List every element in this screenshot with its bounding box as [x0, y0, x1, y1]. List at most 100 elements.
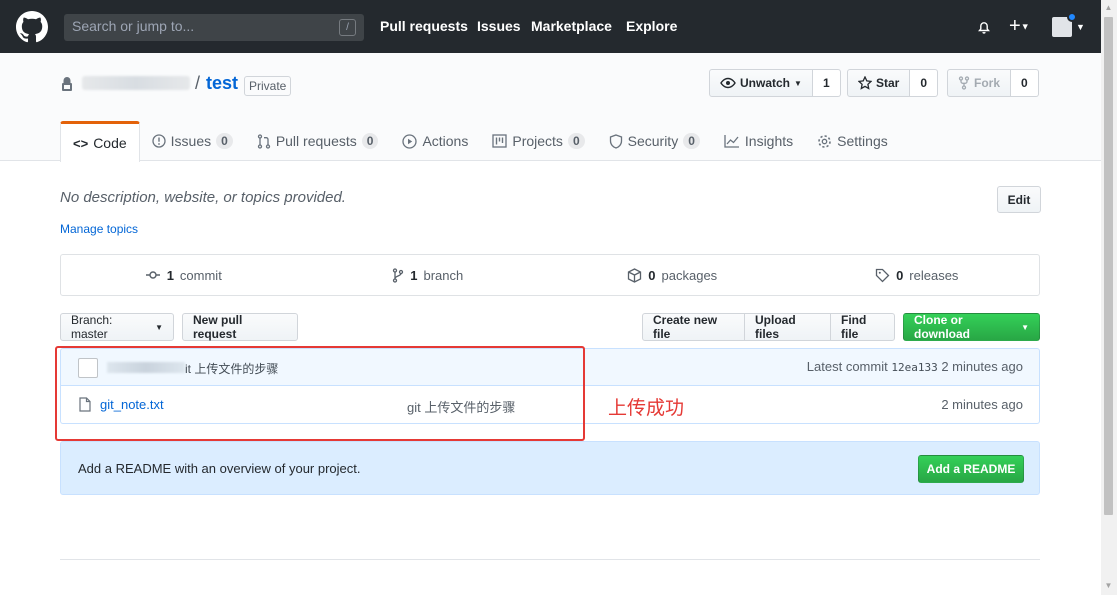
commit-icon [145, 271, 160, 279]
tab-settings[interactable]: Settings [805, 121, 900, 161]
nav-marketplace[interactable]: Marketplace [531, 18, 612, 34]
readme-prompt-text: Add a README with an overview of your pr… [78, 461, 361, 476]
clone-label: Clone or download [914, 313, 970, 341]
tab-actions-label: Actions [422, 133, 469, 149]
footer-divider [60, 559, 1040, 560]
star-group: Star 0 [847, 69, 939, 97]
branch-select-button[interactable]: Branch: master ▼ [60, 313, 174, 341]
tab-pull-requests-label: Pull requests [275, 133, 357, 149]
latest-commit-info: Latest commit 12ea133 2 minutes ago [807, 359, 1023, 374]
tab-code[interactable]: <> Code [60, 121, 140, 162]
repo-name-link[interactable]: test [206, 73, 238, 94]
commit-sha-link[interactable]: 12ea133 [891, 361, 937, 374]
play-icon [402, 133, 418, 149]
scroll-down-icon[interactable]: ▼ [1104, 581, 1113, 591]
edit-description-button[interactable]: Edit [997, 186, 1041, 213]
search-input[interactable]: Search or jump to... / [64, 14, 364, 41]
releases-count: 0 [896, 267, 904, 283]
tab-security-count: 0 [683, 133, 700, 149]
clone-or-download-button[interactable]: Clone or download ▼ [903, 313, 1040, 341]
red-highlight-box [55, 346, 585, 441]
branches-count: 1 [410, 267, 418, 283]
eye-icon [720, 77, 736, 89]
create-new-file-button[interactable]: Create new file [642, 313, 745, 341]
find-file-button[interactable]: Find file [830, 313, 895, 341]
gear-icon [818, 134, 831, 148]
fork-icon [958, 76, 970, 90]
tab-security-label: Security [627, 133, 679, 149]
avatar[interactable] [1052, 12, 1077, 37]
fork-label: Fork [974, 76, 1001, 90]
chevron-down-icon: ▼ [1021, 322, 1029, 332]
nav-pull-requests[interactable]: Pull requests [380, 18, 468, 34]
scrollbar[interactable]: ▲ ▼ [1101, 0, 1117, 595]
repo-tabs: <> Code Issues 0 Pull requests 0 Actions… [60, 121, 900, 162]
graph-icon [724, 135, 739, 148]
packages-count: 0 [648, 267, 656, 283]
add-readme-button[interactable]: Add a README [918, 455, 1024, 483]
repo-description: No description, website, or topics provi… [60, 189, 346, 206]
tab-projects[interactable]: Projects 0 [480, 121, 596, 161]
tab-actions[interactable]: Actions [390, 121, 480, 161]
tag-icon [875, 268, 890, 282]
branches-link[interactable]: 1 branch [306, 255, 551, 295]
packages-link[interactable]: 0 packages [550, 255, 795, 295]
packages-label: packages [661, 267, 718, 283]
tab-issues[interactable]: Issues 0 [140, 121, 245, 161]
branch-select-label: Branch: master [71, 313, 113, 341]
notification-dot [1067, 12, 1077, 22]
tab-pull-requests[interactable]: Pull requests 0 [245, 121, 391, 161]
tab-pull-requests-count: 0 [361, 133, 379, 149]
scroll-up-icon[interactable]: ▲ [1104, 3, 1113, 13]
tab-issues-count: 0 [216, 133, 233, 149]
owner-name-redacted[interactable] [82, 76, 190, 90]
tab-projects-label: Projects [512, 133, 563, 149]
commits-label: commit [179, 267, 222, 283]
fork-group: Fork 0 [947, 69, 1039, 97]
tab-insights[interactable]: Insights [712, 121, 805, 161]
code-icon: <> [73, 135, 89, 151]
package-icon [628, 267, 642, 283]
fork-button[interactable]: Fork [947, 69, 1012, 97]
releases-link[interactable]: 0 releases [795, 255, 1040, 295]
commits-link[interactable]: 1 commit [61, 255, 306, 295]
star-label: Star [876, 76, 900, 90]
avatar-chevron-down-icon[interactable]: ▼ [1076, 22, 1085, 32]
plus-icon: + [1009, 15, 1021, 37]
nav-issues[interactable]: Issues [477, 18, 521, 34]
new-pull-request-button[interactable]: New pull request [182, 313, 298, 341]
github-logo-icon[interactable] [16, 11, 48, 43]
watch-count[interactable]: 1 [812, 69, 841, 97]
path-separator: / [195, 73, 201, 93]
pull-request-icon [257, 133, 270, 149]
tab-code-label: Code [93, 135, 127, 151]
tab-settings-label: Settings [837, 133, 888, 149]
bell-icon[interactable] [976, 19, 992, 35]
project-icon [492, 134, 508, 148]
unwatch-button[interactable]: Unwatch ▼ [709, 69, 813, 97]
star-count[interactable]: 0 [910, 69, 939, 97]
commits-count: 1 [166, 267, 174, 283]
fork-count[interactable]: 0 [1011, 69, 1039, 97]
nav-explore[interactable]: Explore [626, 18, 677, 34]
lock-icon [62, 77, 72, 91]
star-button[interactable]: Star [847, 69, 911, 97]
tab-security[interactable]: Security 0 [597, 121, 712, 161]
scrollbar-thumb[interactable] [1104, 17, 1113, 515]
tab-projects-count: 0 [567, 133, 585, 149]
search-shortcut-hint: / [339, 19, 356, 36]
releases-label: releases [909, 267, 959, 283]
chevron-down-icon: ▼ [794, 78, 802, 88]
branch-icon [393, 267, 404, 283]
manage-topics-link[interactable]: Manage topics [60, 222, 138, 236]
shield-icon [609, 133, 622, 149]
annotation-text: 上传成功 [608, 398, 685, 419]
branches-label: branch [423, 267, 464, 283]
upload-files-button[interactable]: Upload files [744, 313, 831, 341]
create-new-icon[interactable]: +▼ [1009, 16, 1030, 37]
star-icon [858, 76, 872, 90]
watch-group: Unwatch ▼ 1 [709, 69, 841, 97]
tab-issues-label: Issues [170, 133, 212, 149]
repo-summary-bar: 1 commit 1 branch 0 packages 0 releases [60, 254, 1040, 296]
file-age: 2 minutes ago [941, 397, 1023, 412]
